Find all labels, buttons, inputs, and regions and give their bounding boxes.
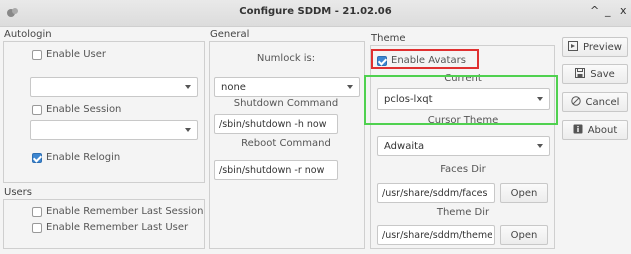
remember-last-user-checkbox[interactable] <box>32 222 42 233</box>
save-label: Save <box>590 68 615 80</box>
enable-user-row[interactable]: Enable User <box>32 49 106 60</box>
cancel-label: Cancel <box>585 96 620 108</box>
chevron-down-icon <box>185 128 191 132</box>
chevron-down-icon <box>537 144 543 148</box>
users-group-label: Users <box>4 187 33 198</box>
reboot-command-label: Reboot Command <box>241 138 331 149</box>
general-group-label: General <box>210 29 250 40</box>
enable-session-label: Enable Session <box>46 104 122 115</box>
enable-relogin-label: Enable Relogin <box>46 152 121 163</box>
preview-label: Preview <box>583 41 622 53</box>
shutdown-command-label: Shutdown Command <box>233 98 339 109</box>
cursor-theme-value: Adwaita <box>384 141 425 152</box>
cancel-button[interactable]: Cancel <box>562 92 628 112</box>
theme-dir-open-button[interactable]: Open <box>500 225 548 245</box>
numlock-value: none <box>221 82 246 93</box>
preview-icon <box>568 40 579 54</box>
enable-relogin-row[interactable]: Enable Relogin <box>32 152 120 163</box>
enable-user-label: Enable User <box>46 49 107 60</box>
cancel-icon <box>570 95 581 109</box>
save-icon <box>575 67 586 81</box>
configure-sddm-window: Configure SDDM - 21.02.06 ^ _ x Autologi… <box>0 0 631 254</box>
numlock-label: Numlock is: <box>256 53 316 64</box>
remember-last-user-label: Enable Remember Last User <box>46 222 189 233</box>
theme-dir-label: Theme Dir <box>436 207 490 218</box>
preview-button[interactable]: Preview <box>562 37 628 57</box>
theme-group-label: Theme <box>371 33 406 44</box>
cursor-theme-label: Cursor Theme <box>427 115 499 126</box>
remember-last-session-row[interactable]: Enable Remember Last Session <box>32 206 203 217</box>
enable-avatars-highlight <box>371 49 479 69</box>
cursor-theme-combo[interactable]: Adwaita <box>377 136 550 156</box>
numlock-combo[interactable]: none <box>214 77 360 97</box>
faces-dir-field[interactable]: /usr/share/sddm/faces <box>377 183 495 203</box>
remember-last-session-checkbox[interactable] <box>32 206 42 217</box>
enable-user-checkbox[interactable] <box>32 49 42 60</box>
window-title: Configure SDDM - 21.02.06 <box>239 6 392 17</box>
about-button[interactable]: About <box>562 120 628 140</box>
autologin-group-label: Autologin <box>4 29 52 40</box>
about-icon <box>573 124 583 137</box>
shutdown-command-field[interactable]: /sbin/shutdown -h now <box>214 114 338 134</box>
enable-session-row[interactable]: Enable Session <box>32 104 121 115</box>
shutdown-command-value: /sbin/shutdown -h now <box>219 119 327 130</box>
remember-last-session-label: Enable Remember Last Session <box>46 206 204 217</box>
enable-relogin-checkbox[interactable] <box>32 152 42 163</box>
faces-dir-open-button[interactable]: Open <box>500 183 548 203</box>
theme-dir-field[interactable]: /usr/share/sddm/themes <box>377 225 495 245</box>
faces-dir-value: /usr/share/sddm/faces <box>382 188 488 199</box>
chevron-down-icon <box>347 85 353 89</box>
save-button[interactable]: Save <box>562 64 628 84</box>
faces-dir-label: Faces Dir <box>440 164 486 175</box>
theme-dir-value: /usr/share/sddm/themes <box>382 230 492 241</box>
window-minimize-button[interactable]: _ <box>605 4 611 17</box>
remember-last-user-row[interactable]: Enable Remember Last User <box>32 222 188 233</box>
reboot-command-field[interactable]: /sbin/shutdown -r now <box>214 160 338 180</box>
window-maximize-button[interactable]: ^ <box>590 4 599 17</box>
about-label: About <box>587 124 618 136</box>
autologin-user-combo[interactable] <box>30 77 198 97</box>
enable-session-checkbox[interactable] <box>32 104 42 115</box>
chevron-down-icon <box>185 85 191 89</box>
autologin-session-combo[interactable] <box>30 120 198 140</box>
title-bar[interactable]: Configure SDDM - 21.02.06 ^ _ x <box>0 0 631 27</box>
window-close-button[interactable]: x <box>620 4 627 17</box>
reboot-command-value: /sbin/shutdown -r now <box>219 165 325 176</box>
